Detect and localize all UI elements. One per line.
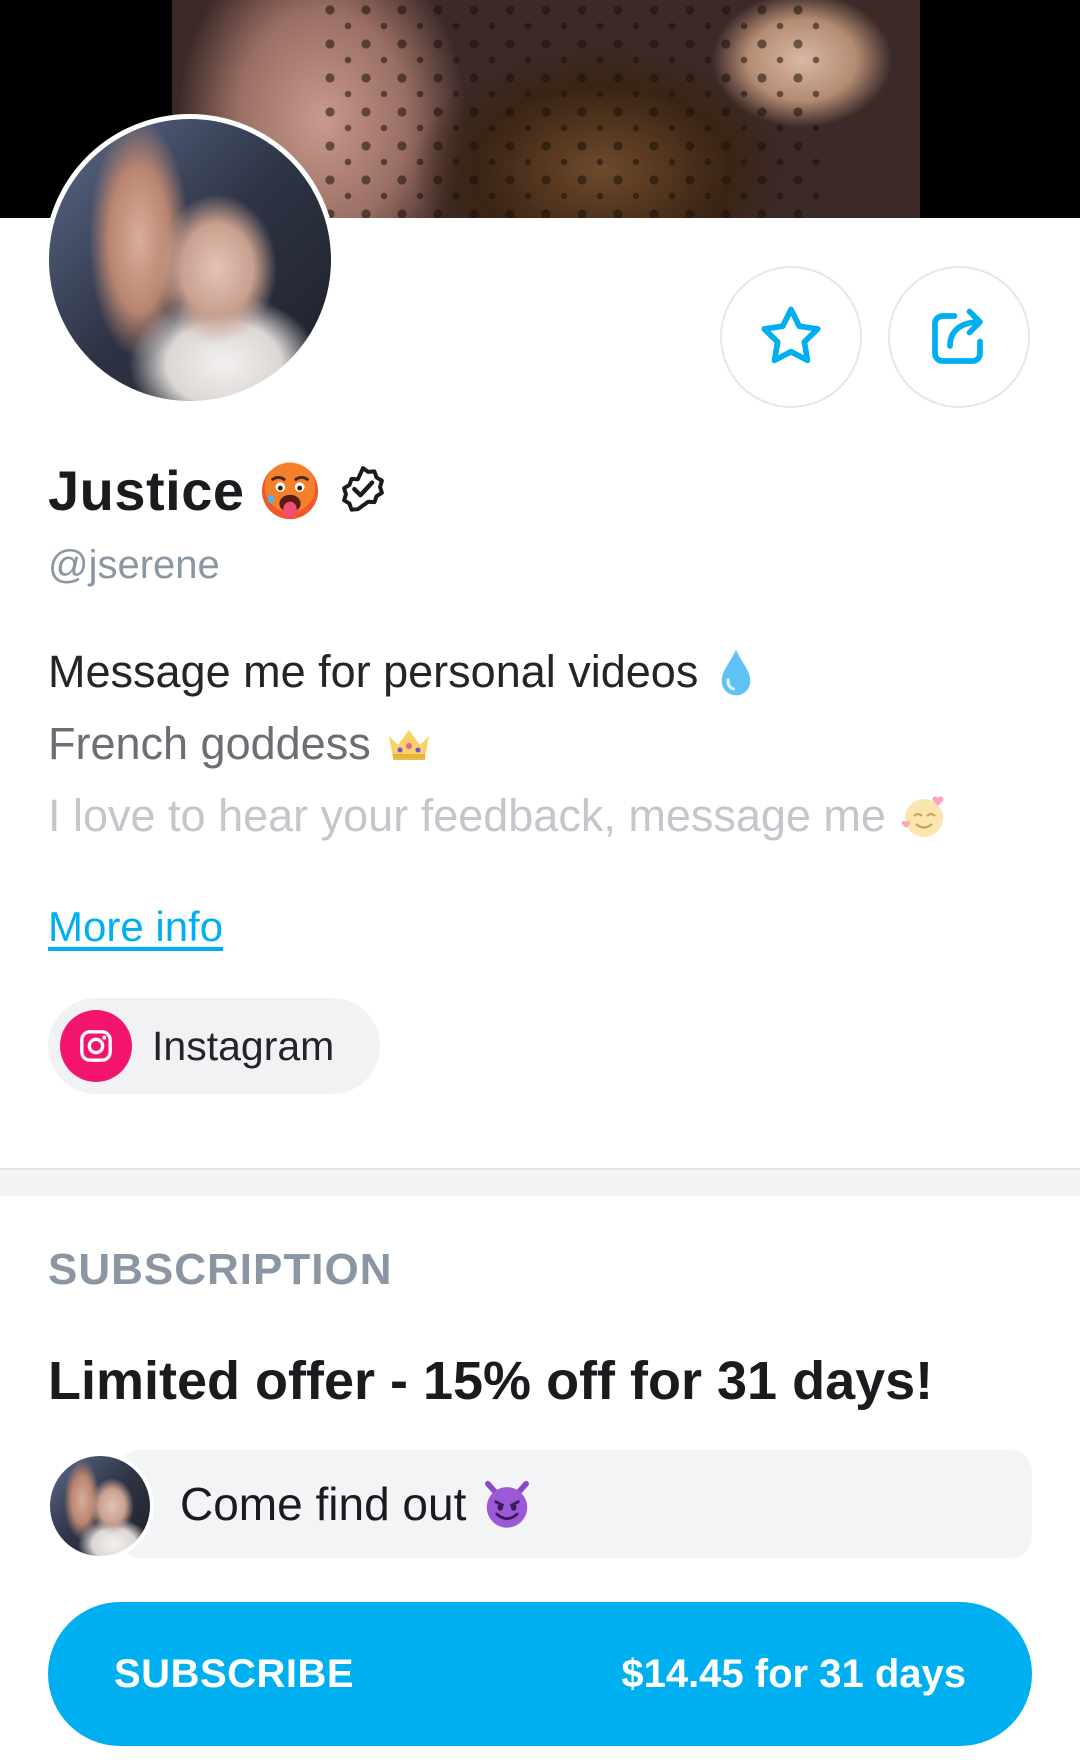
profile-handle: @jserene <box>48 543 220 587</box>
instagram-link[interactable]: Instagram <box>48 998 380 1094</box>
bio-line: French goddess <box>48 708 948 780</box>
creator-avatar[interactable] <box>46 1452 154 1560</box>
bio-text: I love to hear your feedback, message me <box>48 790 886 841</box>
instagram-label: Instagram <box>152 1022 335 1069</box>
profile-name-row: Justice <box>48 458 391 523</box>
profile-name: Justice <box>48 459 245 522</box>
more-info-link[interactable]: More info <box>48 903 223 951</box>
cover-pattern <box>320 0 820 218</box>
profile-bio: Message me for personal videos French go… <box>48 636 948 852</box>
bio-line: Message me for personal videos <box>48 636 948 708</box>
profile-avatar[interactable] <box>44 114 336 406</box>
share-icon <box>932 308 983 364</box>
smiling-face-with-hearts-emoji-icon <box>901 796 944 837</box>
subscription-heading: SUBSCRIPTION <box>48 1245 393 1294</box>
share-button[interactable] <box>888 266 1030 408</box>
droplet-emoji-icon <box>722 649 751 696</box>
verified-badge-icon <box>341 465 384 512</box>
subscribe-price: $14.45 for 31 days <box>621 1651 966 1696</box>
hot-face-emoji-icon <box>261 461 318 519</box>
subscribe-button[interactable]: SUBSCRIBE $14.45 for 31 days <box>48 1602 1032 1746</box>
bio-text: Message me for personal videos <box>48 646 699 697</box>
creator-message: Come find out <box>118 1450 1032 1558</box>
section-divider <box>0 1168 1080 1196</box>
smiling-devil-emoji-icon <box>485 1480 530 1528</box>
bio-text: French goddess <box>48 718 371 769</box>
subscribe-label: SUBSCRIBE <box>114 1651 355 1696</box>
creator-message-content: Come find out <box>180 1477 534 1531</box>
star-icon <box>761 306 821 364</box>
favorite-button[interactable] <box>720 266 862 408</box>
crown-emoji-icon <box>388 730 429 760</box>
creator-message-text: Come find out <box>180 1478 467 1530</box>
bio-line: I love to hear your feedback, message me <box>48 780 948 852</box>
offer-title: Limited offer - 15% off for 31 days! <box>48 1351 934 1411</box>
instagram-icon <box>60 1010 132 1082</box>
